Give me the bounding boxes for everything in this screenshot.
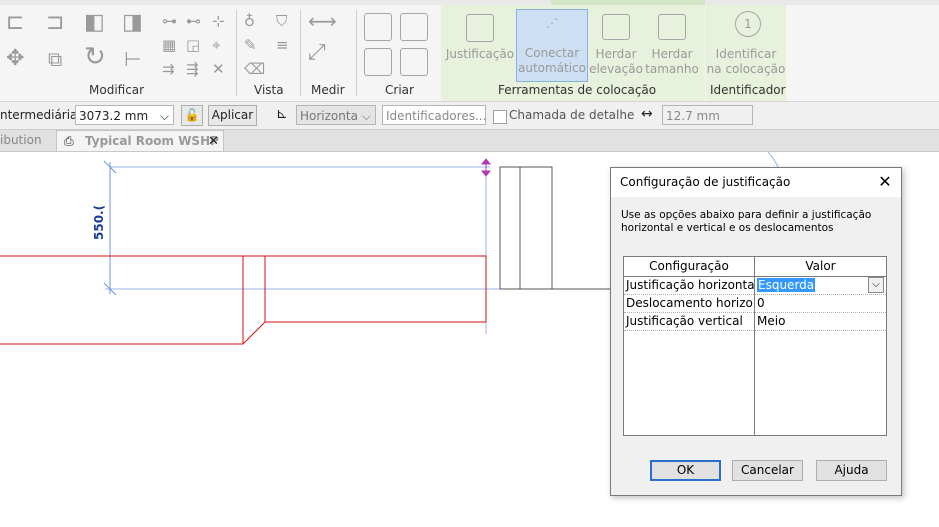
ok-button[interactable]: OK <box>650 460 721 481</box>
view-icon: ⎙ <box>64 134 74 148</box>
scale-icon[interactable]: ◲ <box>186 36 200 54</box>
unpin-icon[interactable]: ⊹ <box>212 12 225 30</box>
delete-icon[interactable]: ✕ <box>212 60 225 78</box>
mirror-draw-icon[interactable]: ◨ <box>122 12 143 34</box>
close-tab-icon[interactable]: ✕ <box>208 131 219 152</box>
create-parts-icon[interactable] <box>364 48 392 76</box>
extend-multiple-icon[interactable]: ⇶ <box>186 60 199 78</box>
inherit-size-icon[interactable] <box>658 14 686 40</box>
move-icon[interactable]: ✥ <box>6 48 24 70</box>
justify-align-icon: ⊾ <box>276 106 288 122</box>
split-icon[interactable]: ⊶ <box>162 12 177 30</box>
arc-curve <box>767 152 779 168</box>
auto-connect-icon: ⋰ <box>546 16 558 30</box>
options-bar: ntermediária: 3073.2 mm ⌵ 🔓 Aplicar ⊾ Ho… <box>0 102 939 130</box>
herdar-tamanho-button[interactable]: Herdar tamanho <box>645 47 699 77</box>
equipment-outline-right <box>519 166 553 290</box>
panel-label-vista: Vista <box>254 83 284 97</box>
pin-icon[interactable]: ⌖ <box>212 36 220 54</box>
offset-field[interactable]: 12.7 mm <box>662 105 753 125</box>
orientation-dropdown[interactable]: Horizonta ⌵ <box>296 105 376 125</box>
aplicar-button[interactable]: Aplicar <box>208 105 257 126</box>
settings-grid: Configuração Valor Justificação horizont… <box>623 256 887 436</box>
justification-dialog: Configuração de justificação ✕ Use as op… <box>610 167 902 496</box>
trim-icon[interactable]: ⊢ <box>124 49 141 69</box>
eraser-icon[interactable]: ⌫ <box>244 60 265 78</box>
equipment-outline-left <box>499 166 521 290</box>
dialog-description: Use as opções abaixo para definir a just… <box>621 209 872 234</box>
panel-label-modificar: Modificar <box>89 83 145 97</box>
create-group-icon[interactable] <box>364 13 392 41</box>
extend-icon[interactable]: ⇉ <box>162 60 175 78</box>
herdar-elevacao-button[interactable]: Herdar elevação <box>589 47 643 77</box>
justification-icon[interactable] <box>466 14 494 42</box>
panel-label-identificador: Identificador <box>710 83 786 97</box>
inherit-elevation-icon[interactable] <box>602 14 630 40</box>
ajuda-button[interactable]: Ajuda <box>816 460 887 481</box>
dialog-titlebar: Configuração de justificação ✕ <box>611 168 901 197</box>
offset-arrows-icon: ↔ <box>641 106 653 122</box>
tag-on-placement-icon[interactable]: 1 <box>735 11 761 37</box>
intermediaria-dropdown[interactable]: 3073.2 mm ⌵ <box>75 105 174 125</box>
justificacao-button[interactable]: Justificação <box>445 47 515 62</box>
panel-label-ferramentas: Ferramentas de colocação <box>498 83 657 97</box>
justificacao-vertical-value[interactable]: Meio <box>755 312 886 330</box>
rotate-icon[interactable]: ↻ <box>84 44 106 70</box>
tab-previous-view[interactable]: ibution <box>0 130 42 151</box>
lightbulb-icon[interactable]: ♁ <box>244 12 255 30</box>
chamada-checkbox[interactable] <box>493 110 507 124</box>
panel-divider <box>236 10 237 96</box>
chevron-down-icon: ⌵ <box>361 109 371 123</box>
panel-divider <box>356 10 357 96</box>
lock-icon[interactable]: 🔓 <box>181 105 203 126</box>
mirror-pick-icon[interactable]: ◧ <box>84 12 105 34</box>
align-icon[interactable]: ⊏ <box>6 12 24 34</box>
create-similar-icon[interactable] <box>400 48 428 76</box>
view-tabs-bar: ibution ⎙ Typical Room WSHP ✕ <box>0 130 939 152</box>
cancelar-button[interactable]: Cancelar <box>732 460 803 481</box>
column-header-configuracao[interactable]: Configuração <box>624 257 754 277</box>
split-gap-icon[interactable]: ⊷ <box>186 12 201 30</box>
ribbon: ⊏ ⊐ ◧ ◨ ✥ ⧉ ↻ ⊢ ⊶ ⊷ ⊹ ▦ ◲ ⌖ ⇉ ⇶ ✕ Modifi… <box>0 0 939 102</box>
paint-brush-icon[interactable]: ✎ <box>244 36 257 54</box>
panel-divider <box>300 10 301 96</box>
intermediaria-label: ntermediária: <box>0 108 82 122</box>
create-assembly-icon[interactable] <box>400 13 428 41</box>
panel-label-criar: Criar <box>385 83 414 97</box>
grid-row-label: Deslocamento horizon <box>626 296 754 310</box>
grid-row-label: Justificação vertical <box>626 314 743 328</box>
chevron-down-icon[interactable]: ⌵ <box>868 277 884 293</box>
row-divider <box>624 330 886 331</box>
array-icon[interactable]: ▦ <box>162 36 176 54</box>
tab-typical-room[interactable]: ⎙ Typical Room WSHP ✕ <box>56 130 224 151</box>
aligned-dimension-icon[interactable]: ⤢ <box>308 42 326 64</box>
copy-icon[interactable]: ⧉ <box>48 49 62 69</box>
chamada-label: Chamada de detalhe <box>509 108 635 122</box>
measure-icon[interactable]: ⟷ <box>308 11 337 31</box>
justificacao-horizontal-select[interactable]: Esquerda ⌵ <box>755 276 886 294</box>
chevron-down-icon: ⌵ <box>159 109 169 123</box>
identificadores-field[interactable]: Identificadores... <box>382 105 486 125</box>
identificar-na-colocacao-button[interactable]: Identificar na colocação <box>706 47 786 77</box>
hide-icon[interactable]: ⛉ <box>276 12 287 30</box>
offset-icon[interactable]: ⊐ <box>46 12 64 34</box>
column-header-valor[interactable]: Valor <box>755 257 886 277</box>
dialog-title: Configuração de justificação <box>620 175 791 189</box>
grid-row-label: Justificação horizontal <box>626 278 754 292</box>
conectar-automatico-button[interactable]: ⋰ Conectar automático <box>516 9 588 82</box>
linework-icon[interactable]: ≡ <box>276 36 289 54</box>
panel-label-medir: Medir <box>311 83 345 97</box>
deslocamento-horizontal-value[interactable]: 0 <box>755 294 886 312</box>
close-icon[interactable]: ✕ <box>877 174 893 190</box>
